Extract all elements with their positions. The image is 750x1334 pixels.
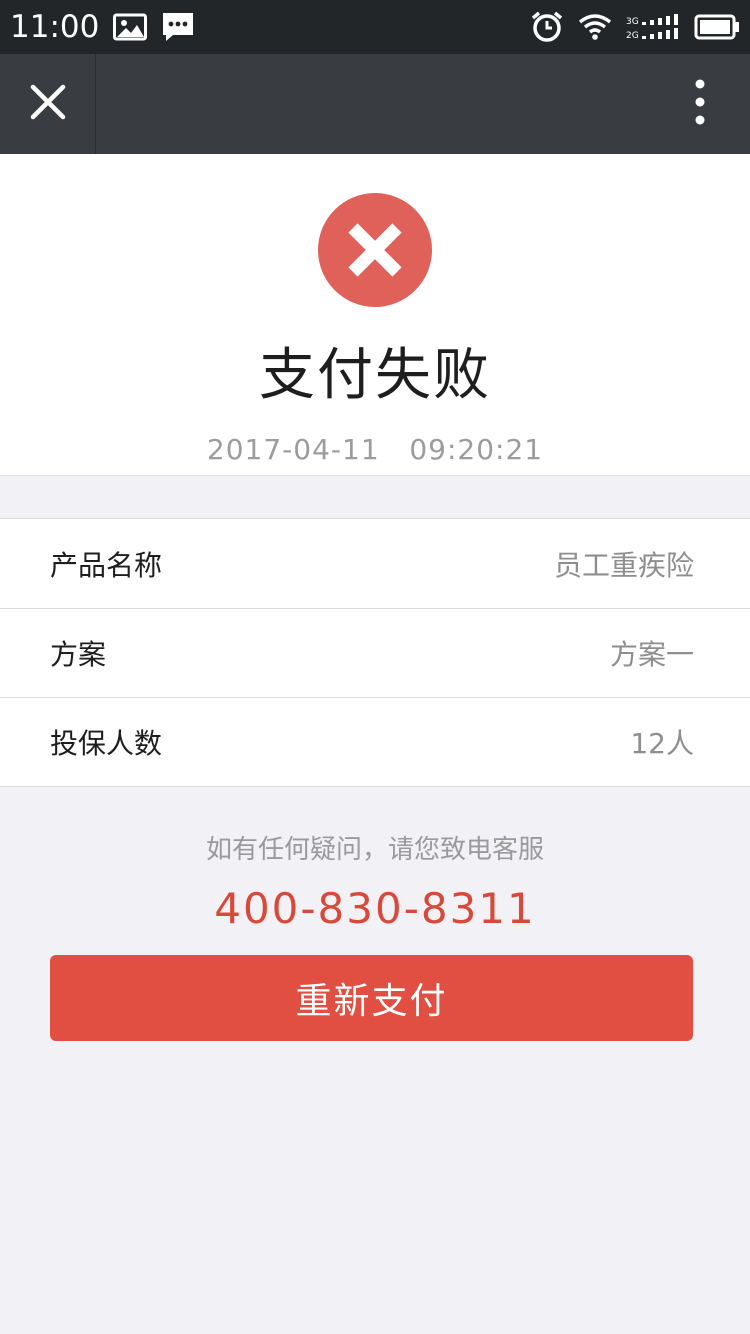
signal-icon: 3G 2G	[626, 13, 680, 41]
detail-label: 方案	[50, 638, 107, 671]
close-button[interactable]	[0, 54, 96, 154]
result-title: 支付失败	[259, 343, 491, 408]
close-icon	[30, 84, 66, 124]
detail-value: 方案一	[609, 638, 694, 671]
battery-icon	[694, 14, 740, 40]
detail-row-plan: 方案 方案一	[0, 608, 750, 697]
status-bar-right: 3G 2G	[530, 10, 740, 44]
status-bar: 11:00 3G 2G	[0, 0, 750, 54]
detail-row-insured-count: 投保人数 12人	[0, 697, 750, 786]
payment-result: 支付失败 2017-04-11 09:20:21	[0, 154, 750, 476]
detail-row-product: 产品名称 员工重疾险	[0, 519, 750, 608]
detail-label: 产品名称	[50, 548, 163, 582]
svg-text:3G: 3G	[626, 17, 639, 27]
detail-value: 12人	[630, 727, 694, 760]
help-text: 如有任何疑问，请您致电客服	[205, 835, 544, 865]
nav-bar	[0, 54, 750, 154]
more-menu-button[interactable]	[680, 54, 720, 154]
detail-label: 投保人数	[50, 727, 163, 760]
alarm-icon	[530, 10, 564, 44]
svg-text:2G: 2G	[626, 31, 639, 41]
detail-value: 员工重疾险	[553, 548, 694, 582]
image-icon	[113, 13, 148, 41]
order-details: 产品名称 员工重疾险 方案 方案一 投保人数 12人	[0, 518, 750, 787]
error-circle-icon	[317, 192, 433, 312]
service-phone-link[interactable]: 400-830-8311	[0, 884, 750, 933]
status-time: 11:00	[10, 9, 100, 45]
status-bar-left: 11:00	[10, 9, 195, 45]
result-timestamp: 2017-04-11 09:20:21	[206, 433, 544, 466]
more-vertical-icon	[695, 79, 705, 129]
message-icon	[161, 11, 195, 43]
wifi-icon	[578, 12, 612, 42]
retry-payment-button[interactable]: 重新支付	[50, 955, 693, 1041]
